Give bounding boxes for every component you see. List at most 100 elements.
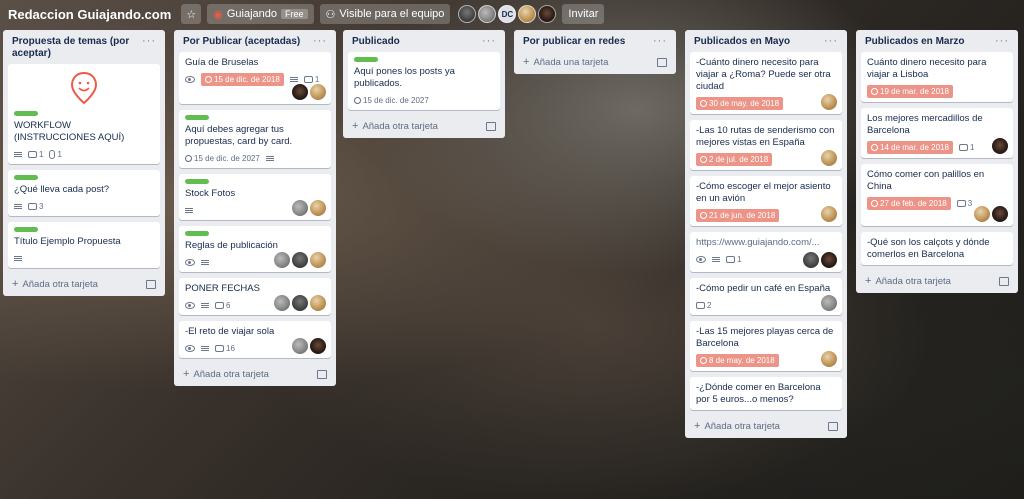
card[interactable]: -El reto de viajar sola 16 bbox=[179, 321, 331, 358]
list-title[interactable]: Publicados en Marzo bbox=[865, 36, 964, 48]
card[interactable]: Los mejores mercadillos de Barcelona 14 … bbox=[861, 108, 1013, 158]
team-button[interactable]: ◉ Guiajando Free bbox=[207, 4, 314, 24]
card-template-icon[interactable] bbox=[486, 121, 496, 131]
description-icon bbox=[265, 155, 274, 161]
member-avatar[interactable] bbox=[538, 5, 557, 23]
description-icon bbox=[14, 203, 22, 209]
member-avatar[interactable] bbox=[274, 295, 290, 311]
member-avatar[interactable] bbox=[310, 84, 326, 100]
card[interactable]: Aquí debes agregar tus propuestas, card … bbox=[179, 110, 331, 168]
list-title[interactable]: Publicados en Mayo bbox=[694, 36, 790, 48]
card[interactable]: Guía de Bruselas 15 de dic. de 2018 1 bbox=[179, 52, 331, 104]
member-avatar[interactable] bbox=[803, 252, 819, 268]
list-menu-icon[interactable]: ··· bbox=[824, 36, 838, 47]
card-template-icon[interactable] bbox=[828, 421, 838, 431]
member-avatar[interactable] bbox=[458, 5, 477, 23]
add-card-button[interactable]: + Añada otra tarjeta bbox=[861, 271, 1013, 287]
card-template-icon[interactable] bbox=[657, 57, 667, 67]
due-date-badge[interactable]: 21 de jun. de 2018 bbox=[696, 209, 780, 222]
member-avatar[interactable] bbox=[292, 295, 308, 311]
member-avatar-initials[interactable]: DC bbox=[498, 5, 517, 23]
card[interactable]: -¿Dónde comer en Barcelona por 5 euros..… bbox=[690, 377, 842, 410]
card[interactable]: -Cómo pedir un café en España 2 bbox=[690, 278, 842, 315]
due-date-badge[interactable]: 19 de mar. de 2018 bbox=[867, 85, 953, 98]
member-avatar[interactable] bbox=[478, 5, 497, 23]
card[interactable]: Aquí pones los posts ya publicados. 15 d… bbox=[348, 52, 500, 110]
member-avatar[interactable] bbox=[292, 338, 308, 354]
member-avatar[interactable] bbox=[821, 295, 837, 311]
list-menu-icon[interactable]: ··· bbox=[995, 36, 1009, 47]
card[interactable]: -Las 10 rutas de senderismo con mejores … bbox=[690, 120, 842, 170]
card[interactable]: -Las 15 mejores playas cerca de Barcelon… bbox=[690, 321, 842, 371]
card[interactable]: -Cómo escoger el mejor asiento en un avi… bbox=[690, 176, 842, 226]
member-avatar[interactable] bbox=[821, 206, 837, 222]
member-avatar[interactable] bbox=[310, 200, 326, 216]
add-card-button[interactable]: + Añada otra tarjeta bbox=[348, 116, 500, 132]
list-menu-icon[interactable]: ··· bbox=[482, 36, 496, 47]
visibility-button[interactable]: ⚇ Visible para el equipo bbox=[319, 4, 451, 24]
list-por-publicar: Por Publicar (aceptadas) ··· Guía de Bru… bbox=[174, 30, 336, 386]
member-avatar[interactable] bbox=[292, 252, 308, 268]
member-avatar[interactable] bbox=[292, 200, 308, 216]
list-title[interactable]: Propuesta de temas (por aceptar) bbox=[12, 36, 142, 60]
add-card-button[interactable]: + Añada otra tarjeta bbox=[690, 416, 842, 432]
star-button[interactable]: ☆ bbox=[181, 4, 202, 24]
card[interactable]: Cómo comer con palillos en China 27 de f… bbox=[861, 164, 1013, 226]
due-date-badge[interactable]: 15 de dic. de 2027 bbox=[354, 96, 429, 105]
card[interactable]: https://www.guiajando.com/... 1 bbox=[690, 232, 842, 272]
card[interactable]: Título Ejemplo Propuesta bbox=[8, 222, 160, 268]
member-avatar[interactable] bbox=[974, 206, 990, 222]
card-template-icon[interactable] bbox=[317, 369, 327, 379]
due-date-badge[interactable]: 8 de may. de 2018 bbox=[696, 354, 779, 367]
member-avatar[interactable] bbox=[821, 150, 837, 166]
comment-icon bbox=[215, 344, 224, 352]
team-visibility-icon: ⚇ bbox=[325, 8, 336, 21]
list-menu-icon[interactable]: ··· bbox=[653, 36, 667, 47]
card[interactable]: WORKFLOW (INSTRUCCIONES AQUÍ) 1 1 bbox=[8, 64, 160, 164]
card[interactable]: -Qué son los calçots y dónde comerlos en… bbox=[861, 232, 1013, 265]
add-card-button[interactable]: + Añada otra tarjeta bbox=[179, 364, 331, 380]
add-card-button[interactable]: + Añada una tarjeta bbox=[519, 52, 671, 68]
invite-button[interactable]: Invitar bbox=[562, 4, 605, 24]
card-template-icon[interactable] bbox=[146, 279, 156, 289]
due-date-badge[interactable]: 15 de dic. de 2018 bbox=[201, 73, 284, 86]
card-url-link[interactable]: https://www.guiajando.com/... bbox=[696, 237, 820, 248]
member-avatar[interactable] bbox=[992, 138, 1008, 154]
card-template-icon[interactable] bbox=[999, 276, 1009, 286]
watch-icon bbox=[185, 76, 195, 83]
card[interactable]: Reglas de publicación bbox=[179, 226, 331, 272]
card[interactable]: -Cuánto dinero necesito para viajar a ¿R… bbox=[690, 52, 842, 114]
list-menu-icon[interactable]: ··· bbox=[313, 36, 327, 47]
member-avatar[interactable] bbox=[992, 206, 1008, 222]
list-menu-icon[interactable]: ··· bbox=[142, 36, 156, 47]
member-avatar[interactable] bbox=[821, 94, 837, 110]
member-avatar[interactable] bbox=[310, 338, 326, 354]
list-title[interactable]: Publicado bbox=[352, 36, 400, 48]
due-date-badge[interactable]: 27 de feb. de 2018 bbox=[867, 197, 951, 210]
member-avatar[interactable] bbox=[292, 84, 308, 100]
board-title[interactable]: Redaccion Guiajando.com bbox=[8, 7, 171, 22]
card[interactable]: ¿Qué lleva cada post? 3 bbox=[8, 170, 160, 216]
board-members: DC bbox=[458, 5, 557, 23]
member-avatar[interactable] bbox=[310, 252, 326, 268]
card-label-green bbox=[14, 111, 38, 116]
card[interactable]: Stock Fotos bbox=[179, 174, 331, 220]
list-title[interactable]: Por Publicar (aceptadas) bbox=[183, 36, 300, 48]
member-avatar[interactable] bbox=[518, 5, 537, 23]
comment-icon bbox=[28, 202, 37, 210]
board-header: Redaccion Guiajando.com ☆ ◉ Guiajando Fr… bbox=[0, 0, 1024, 28]
due-date-badge[interactable]: 2 de jul. de 2018 bbox=[696, 153, 773, 166]
list-propuesta: Propuesta de temas (por aceptar) ··· WOR… bbox=[3, 30, 165, 296]
card[interactable]: PONER FECHAS 6 bbox=[179, 278, 331, 315]
member-avatar[interactable] bbox=[310, 295, 326, 311]
member-avatar[interactable] bbox=[274, 252, 290, 268]
due-date-badge[interactable]: 14 de mar. de 2018 bbox=[867, 141, 953, 154]
card[interactable]: Cuánto dinero necesito para viajar a Lis… bbox=[861, 52, 1013, 102]
comment-count: 1 bbox=[737, 254, 742, 264]
member-avatar[interactable] bbox=[821, 252, 837, 268]
due-date-badge[interactable]: 15 de dic. de 2027 bbox=[185, 154, 260, 163]
add-card-button[interactable]: + Añada otra tarjeta bbox=[8, 274, 160, 290]
list-title[interactable]: Por publicar en redes bbox=[523, 36, 625, 48]
member-avatar[interactable] bbox=[821, 351, 837, 367]
due-date-badge[interactable]: 30 de may. de 2018 bbox=[696, 97, 784, 110]
